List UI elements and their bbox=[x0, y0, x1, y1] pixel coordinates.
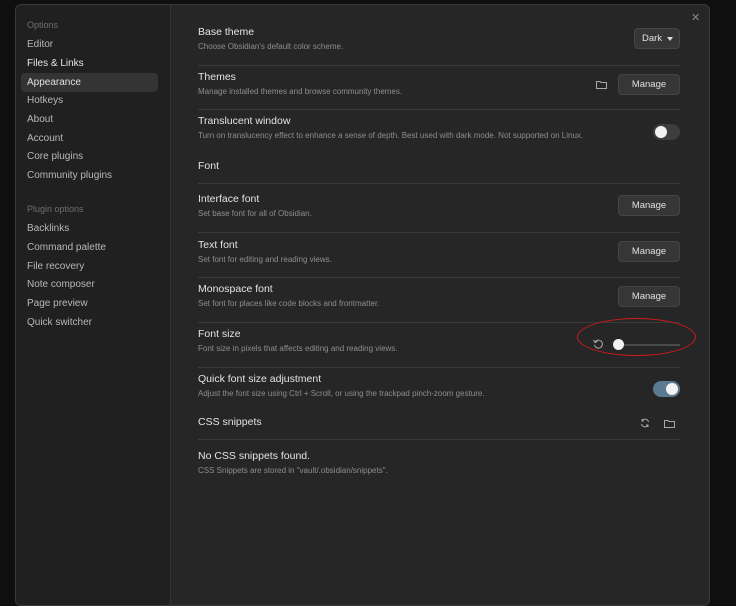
sidebar-item-community-plugins[interactable]: Community plugins bbox=[21, 166, 158, 185]
setting-description: Choose Obsidian's default color scheme. bbox=[198, 42, 344, 51]
sidebar-item-files-links[interactable]: Files & Links bbox=[21, 54, 158, 73]
folder-icon[interactable] bbox=[596, 80, 607, 89]
settings-sidebar: Options Editor Files & Links Appearance … bbox=[16, 5, 171, 605]
setting-title: Quick font size adjustment bbox=[198, 373, 322, 385]
dropdown-value: Dark bbox=[642, 33, 663, 44]
options-section-label: Options bbox=[27, 20, 59, 30]
settings-modal: Options Editor Files & Links Appearance … bbox=[15, 4, 710, 606]
setting-monospace-font: Monospace font Set font for places like … bbox=[198, 277, 680, 322]
setting-title: Monospace font bbox=[198, 283, 273, 295]
toggle-knob bbox=[666, 383, 678, 395]
css-snippets-heading: CSS snippets bbox=[198, 411, 680, 440]
setting-title: Themes bbox=[198, 71, 236, 83]
quick-font-size-toggle[interactable] bbox=[653, 381, 680, 397]
setting-description: Set base font for all of Obsidian. bbox=[198, 209, 312, 218]
section-heading-text: Font bbox=[198, 160, 220, 172]
setting-description: Turn on translucency effect to enhance a… bbox=[198, 131, 584, 140]
sidebar-item-file-recovery[interactable]: File recovery bbox=[21, 257, 158, 276]
text-font-manage-button[interactable]: Manage bbox=[618, 241, 680, 262]
no-css-snippets: No CSS snippets found. CSS Snippets are … bbox=[198, 445, 680, 489]
setting-title: Interface font bbox=[198, 193, 260, 205]
setting-translucent-window: Translucent window Turn on translucency … bbox=[198, 109, 680, 154]
sidebar-item-page-preview[interactable]: Page preview bbox=[21, 294, 158, 313]
setting-title: No CSS snippets found. bbox=[198, 450, 311, 462]
sidebar-item-editor[interactable]: Editor bbox=[21, 35, 158, 54]
sidebar-item-appearance[interactable]: Appearance bbox=[21, 73, 158, 92]
plugin-options-section-label: Plugin options bbox=[27, 204, 84, 214]
interface-font-manage-button[interactable]: Manage bbox=[618, 195, 680, 216]
setting-title: Text font bbox=[198, 239, 238, 251]
setting-quick-font-size: Quick font size adjustment Adjust the fo… bbox=[198, 367, 680, 412]
folder-icon[interactable] bbox=[664, 419, 675, 428]
base-theme-dropdown[interactable]: Dark bbox=[634, 28, 680, 49]
toggle-knob bbox=[655, 126, 667, 138]
setting-description: Set font for editing and reading views. bbox=[198, 255, 332, 264]
sidebar-item-about[interactable]: About bbox=[21, 110, 158, 129]
setting-title: Translucent window bbox=[198, 115, 291, 127]
setting-interface-font: Interface font Set base font for all of … bbox=[198, 188, 680, 232]
setting-title: Base theme bbox=[198, 26, 255, 38]
sidebar-item-note-composer[interactable]: Note composer bbox=[21, 275, 158, 294]
sidebar-item-hotkeys[interactable]: Hotkeys bbox=[21, 91, 158, 110]
sidebar-item-core-plugins[interactable]: Core plugins bbox=[21, 147, 158, 166]
setting-description: Adjust the font size using Ctrl + Scroll… bbox=[198, 389, 485, 398]
sidebar-item-command-palette[interactable]: Command palette bbox=[21, 238, 158, 257]
setting-description: Manage installed themes and browse commu… bbox=[198, 87, 403, 96]
themes-manage-button[interactable]: Manage bbox=[618, 74, 680, 95]
chevron-down-icon bbox=[667, 37, 673, 41]
reload-icon[interactable] bbox=[640, 418, 650, 428]
setting-text-font: Text font Set font for editing and readi… bbox=[198, 232, 680, 277]
sidebar-item-account[interactable]: Account bbox=[21, 129, 158, 148]
sidebar-item-backlinks[interactable]: Backlinks bbox=[21, 219, 158, 238]
annotation-circle bbox=[577, 318, 696, 356]
setting-base-theme: Base theme Choose Obsidian's default col… bbox=[198, 21, 680, 66]
monospace-font-manage-button[interactable]: Manage bbox=[618, 286, 680, 307]
setting-themes: Themes Manage installed themes and brows… bbox=[198, 65, 680, 110]
setting-description: Set font for places like code blocks and… bbox=[198, 299, 380, 308]
setting-description: Font size in pixels that affects editing… bbox=[198, 344, 398, 353]
section-heading-text: CSS snippets bbox=[198, 416, 262, 428]
translucent-window-toggle[interactable] bbox=[653, 124, 680, 140]
setting-title: Font size bbox=[198, 328, 241, 340]
sidebar-item-quick-switcher[interactable]: Quick switcher bbox=[21, 313, 158, 332]
font-section-heading: Font bbox=[198, 155, 680, 184]
settings-content: Base theme Choose Obsidian's default col… bbox=[171, 5, 709, 605]
setting-description: CSS Snippets are stored in "vault/.obsid… bbox=[198, 466, 388, 475]
